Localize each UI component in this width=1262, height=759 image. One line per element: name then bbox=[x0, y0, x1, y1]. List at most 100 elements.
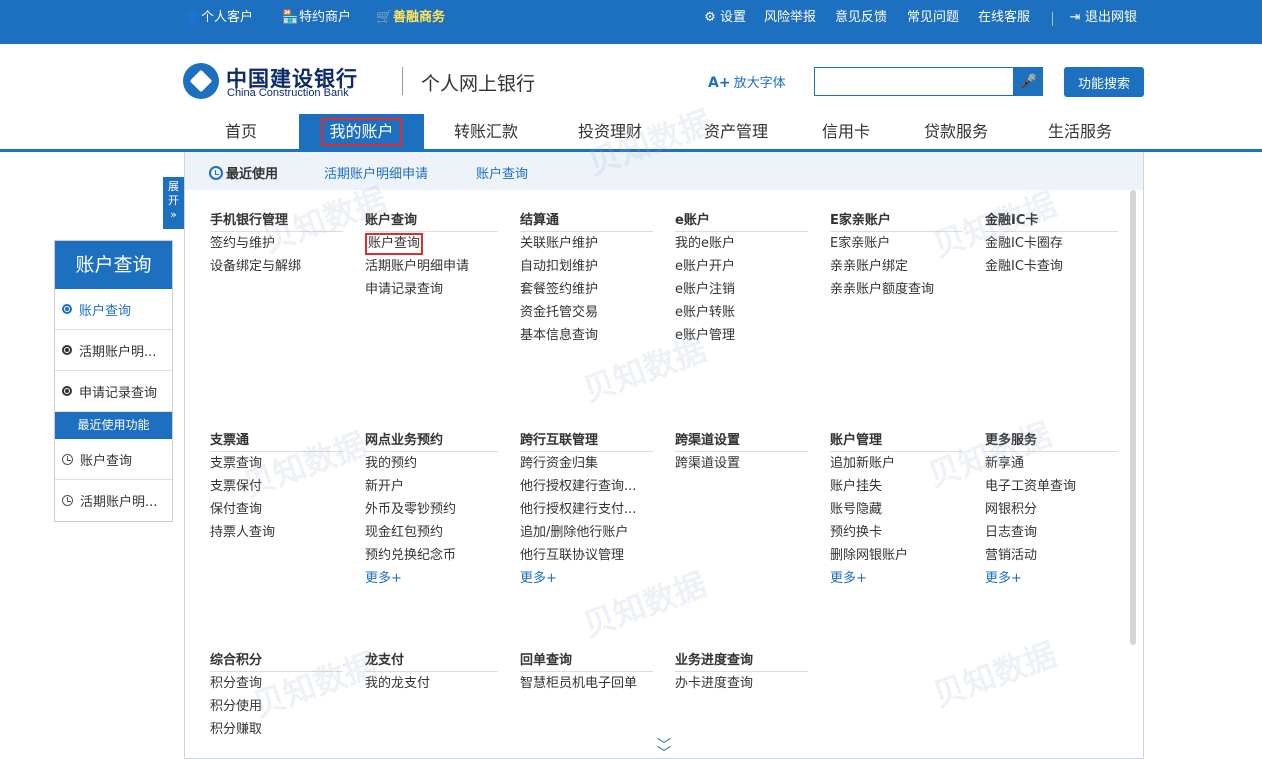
menu-item[interactable]: 积分使用 bbox=[210, 695, 343, 718]
menu-item[interactable]: 他行授权建行支付... bbox=[520, 498, 653, 521]
menu-item[interactable]: 基本信息查询 bbox=[520, 324, 653, 347]
menu-item[interactable]: 现金红包预约 bbox=[365, 521, 498, 544]
menu-item[interactable]: 电子工资单查询 bbox=[985, 475, 1118, 498]
menu-item[interactable]: E家亲账户 bbox=[830, 232, 963, 255]
menu-item[interactable]: 套餐签约维护 bbox=[520, 278, 653, 301]
menu-item[interactable]: 亲亲账户额度查询 bbox=[830, 278, 963, 301]
menu-item[interactable]: e账户注销 bbox=[675, 278, 808, 301]
menu-item[interactable]: 活期账户明细申请 bbox=[365, 255, 498, 278]
mega-menu: 最近使用 活期账户明细申请 账户查询 手机银行管理 签约与维护 设备绑定与解绑 账户查… bbox=[184, 152, 1144, 759]
menu-more-link[interactable]: 更多+ bbox=[830, 567, 963, 590]
cart-icon: 🛒 bbox=[376, 10, 393, 25]
menu-item[interactable]: 自动扣划维护 bbox=[520, 255, 653, 278]
menu-item[interactable]: 预约兑换纪念币 bbox=[365, 544, 498, 567]
menu-item[interactable]: 营销活动 bbox=[985, 544, 1118, 567]
menu-item[interactable]: 金融IC卡圈存 bbox=[985, 232, 1118, 255]
online-service-link[interactable]: 在线客服 bbox=[978, 9, 1030, 27]
nav-investment[interactable]: 投资理财 bbox=[564, 114, 656, 150]
menu-section: 龙支付 我的龙支付 bbox=[365, 650, 498, 695]
nav-credit-card[interactable]: 信用卡 bbox=[808, 114, 884, 150]
menu-item[interactable]: e账户转账 bbox=[675, 301, 808, 324]
menu-item[interactable]: 新开户 bbox=[365, 475, 498, 498]
menu-item[interactable]: 支票查询 bbox=[210, 452, 343, 475]
menu-item[interactable]: 办卡进度查询 bbox=[675, 672, 808, 695]
nav-home[interactable]: 首页 bbox=[206, 114, 276, 150]
menu-item[interactable]: 我的龙支付 bbox=[365, 672, 498, 695]
menu-item[interactable]: 关联账户维护 bbox=[520, 232, 653, 255]
search-input[interactable] bbox=[814, 67, 1014, 96]
microphone-icon: 🎤 bbox=[1019, 73, 1038, 90]
sidebar-item-current-detail[interactable]: 活期账户明... bbox=[55, 330, 172, 371]
menu-item[interactable]: 外币及零钞预约 bbox=[365, 498, 498, 521]
menu-item[interactable]: 亲亲账户绑定 bbox=[830, 255, 963, 278]
nav-assets[interactable]: 资产管理 bbox=[690, 114, 782, 150]
voice-search-button[interactable]: 🎤 bbox=[1014, 67, 1043, 96]
expand-sidebar-button[interactable]: 展开 » bbox=[163, 177, 184, 229]
menu-section: 金融IC卡 金融IC卡圈存 金融IC卡查询 bbox=[985, 210, 1118, 278]
nav-my-account[interactable]: 我的账户 bbox=[299, 114, 424, 150]
menu-item[interactable]: 积分赚取 bbox=[210, 718, 343, 741]
enlarge-font-button[interactable]: A+ 放大字体 bbox=[708, 72, 786, 91]
settings-link[interactable]: ⚙ 设置 bbox=[703, 9, 746, 27]
menu-item[interactable]: 申请记录查询 bbox=[365, 278, 498, 301]
function-search-button[interactable]: 功能搜索 bbox=[1064, 67, 1144, 97]
chevron-down-icon[interactable]: ﹀ ﹀ bbox=[657, 739, 671, 758]
recent-link-current-detail[interactable]: 活期账户明细申请 bbox=[324, 163, 428, 182]
gear-icon: ⚙ bbox=[704, 10, 716, 25]
menu-item[interactable]: 追加新账户 bbox=[830, 452, 963, 475]
merchant-link[interactable]: 🏪 特约商户 bbox=[282, 9, 351, 27]
shop-icon: 🏪 bbox=[282, 10, 299, 25]
nav-life-services[interactable]: 生活服务 bbox=[1034, 114, 1126, 150]
feedback-link[interactable]: 意见反馈 bbox=[835, 9, 887, 27]
menu-item[interactable]: 我的e账户 bbox=[675, 232, 808, 255]
personal-customer-link[interactable]: 👤 个人客户 bbox=[184, 9, 253, 27]
recent-link-account-query[interactable]: 账户查询 bbox=[476, 163, 528, 182]
menu-item[interactable]: e账户管理 bbox=[675, 324, 808, 347]
menu-item[interactable]: 签约与维护 bbox=[210, 232, 343, 255]
menu-item[interactable]: 持票人查询 bbox=[210, 521, 343, 544]
menu-item[interactable]: 删除网银账户 bbox=[830, 544, 963, 567]
clock-icon bbox=[62, 453, 73, 465]
menu-section: 业务进度查询 办卡进度查询 bbox=[675, 650, 808, 695]
menu-item[interactable]: 日志查询 bbox=[985, 521, 1118, 544]
menu-section-title: 综合积分 bbox=[210, 650, 343, 672]
logout-link[interactable]: ⇥ 退出网银 bbox=[1068, 9, 1137, 27]
menu-item[interactable]: 智慧柜员机电子回单 bbox=[520, 672, 653, 695]
menu-item[interactable]: 追加/删除他行账户 bbox=[520, 521, 653, 544]
recent-used-heading: 最近使用 bbox=[209, 163, 278, 182]
menu-item[interactable]: 预约换卡 bbox=[830, 521, 963, 544]
menu-item[interactable]: 新享通 bbox=[985, 452, 1118, 475]
menu-item[interactable]: 跨行资金归集 bbox=[520, 452, 653, 475]
menu-item[interactable]: 账户查询 bbox=[365, 232, 498, 255]
sidebar-item-account-query[interactable]: 账户查询 bbox=[55, 289, 172, 330]
faq-link[interactable]: 常见问题 bbox=[907, 9, 959, 27]
nav-loans[interactable]: 贷款服务 bbox=[910, 114, 1002, 150]
menu-item[interactable]: 账户挂失 bbox=[830, 475, 963, 498]
menu-more-link[interactable]: 更多+ bbox=[520, 567, 653, 590]
user-icon: 👤 bbox=[184, 10, 201, 25]
sidebar-recent-current-detail[interactable]: 活期账户明... bbox=[55, 480, 172, 521]
risk-report-link[interactable]: 风险举报 bbox=[764, 9, 816, 27]
menu-item[interactable]: 资金托管交易 bbox=[520, 301, 653, 324]
menu-item[interactable]: 他行授权建行查询... bbox=[520, 475, 653, 498]
menu-scrollbar[interactable] bbox=[1130, 190, 1136, 645]
menu-item[interactable]: e账户开户 bbox=[675, 255, 808, 278]
menu-item[interactable]: 设备绑定与解绑 bbox=[210, 255, 343, 278]
menu-item[interactable]: 我的预约 bbox=[365, 452, 498, 475]
menu-section-title: 跨渠道设置 bbox=[675, 430, 808, 452]
menu-item[interactable]: 支票保付 bbox=[210, 475, 343, 498]
shanrong-link[interactable]: 🛒 善融商务 bbox=[376, 9, 445, 27]
sidebar-item-application-query[interactable]: 申请记录查询 bbox=[55, 371, 172, 412]
menu-item[interactable]: 保付查询 bbox=[210, 498, 343, 521]
menu-item[interactable]: 积分查询 bbox=[210, 672, 343, 695]
sidebar-recent-account-query[interactable]: 账户查询 bbox=[55, 439, 172, 480]
menu-more-link[interactable]: 更多+ bbox=[985, 567, 1118, 590]
menu-item[interactable]: 账号隐藏 bbox=[830, 498, 963, 521]
nav-transfer[interactable]: 转账汇款 bbox=[440, 114, 532, 150]
menu-more-link[interactable]: 更多+ bbox=[365, 567, 498, 590]
topbar-divider bbox=[1052, 12, 1053, 26]
menu-item[interactable]: 网银积分 bbox=[985, 498, 1118, 521]
menu-item[interactable]: 跨渠道设置 bbox=[675, 452, 808, 475]
menu-item[interactable]: 金融IC卡查询 bbox=[985, 255, 1118, 278]
menu-item[interactable]: 他行互联协议管理 bbox=[520, 544, 653, 567]
